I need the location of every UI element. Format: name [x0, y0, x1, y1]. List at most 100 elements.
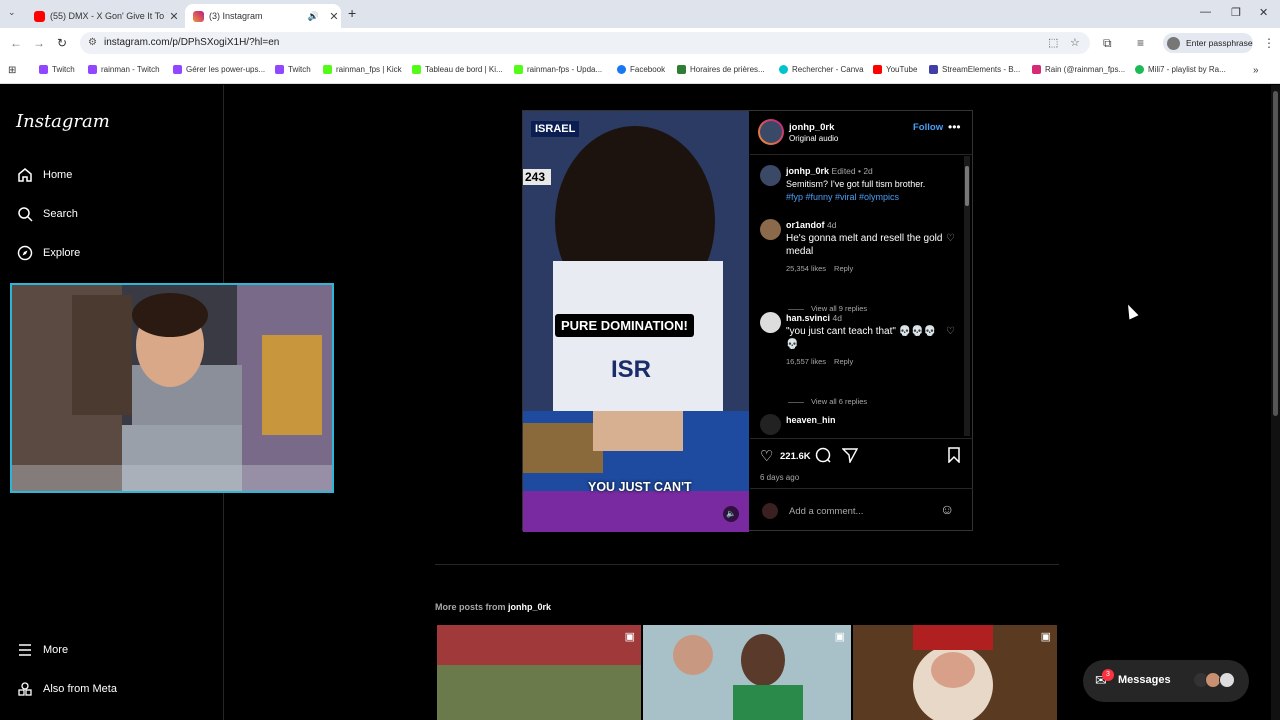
like-count[interactable]: 221.6K: [780, 451, 811, 462]
hashtags[interactable]: #fyp #funny #viral #olympics: [786, 192, 899, 202]
bookmark-item[interactable]: Facebook: [617, 65, 665, 74]
webcam-overlay: [10, 283, 334, 493]
bookmark-item[interactable]: rainman_fps | Kick: [323, 65, 402, 74]
bookmark-item[interactable]: StreamElements - B...: [929, 65, 1020, 74]
more-options-icon[interactable]: •••: [948, 120, 961, 134]
passphrase-button[interactable]: Enter passphrase: [1163, 33, 1253, 53]
avatar[interactable]: [760, 165, 781, 186]
bookmark-item[interactable]: YouTube: [873, 65, 917, 74]
tab-search-icon[interactable]: ⌄: [8, 7, 16, 18]
reload-icon[interactable]: ↻: [57, 36, 67, 50]
bookmark-item[interactable]: Twitch: [275, 65, 311, 74]
bookmark-item[interactable]: Horaires de prières...: [677, 65, 765, 74]
speaker-icon[interactable]: 🔊: [308, 11, 319, 22]
extensions-icon[interactable]: ⧉: [1103, 36, 1112, 51]
tab-instagram[interactable]: (3) Instagram 🔊 ✕: [185, 4, 341, 28]
forward-icon[interactable]: →: [33, 36, 45, 50]
sidebar-item-search[interactable]: Search: [16, 205, 78, 223]
avatar[interactable]: [760, 414, 781, 435]
new-tab-icon[interactable]: +: [348, 5, 356, 21]
post-actions: ♡ 221.6K 6 days ago: [750, 438, 973, 488]
post-thumbnail[interactable]: ▣: [853, 625, 1057, 720]
comment-icon[interactable]: [815, 447, 831, 467]
bookmark-star-icon[interactable]: ☆: [1070, 36, 1080, 49]
window-close-icon[interactable]: ✕: [1259, 6, 1268, 19]
twitch-icon: [275, 65, 284, 74]
avatar: [1219, 672, 1235, 688]
comment-user[interactable]: heaven_hin: [786, 415, 836, 425]
instagram-icon: [193, 10, 204, 22]
post-thumbnail[interactable]: ▣: [437, 625, 641, 720]
messages-button[interactable]: ✉ 3 Messages: [1083, 660, 1249, 702]
site-info-icon[interactable]: ⚙: [88, 37, 97, 48]
view-replies-button[interactable]: View all 6 replies: [788, 397, 867, 406]
heart-icon[interactable]: ♡: [760, 447, 773, 465]
bookmark-item[interactable]: Gérer les power-ups...: [173, 65, 265, 74]
sidebar-item-explore[interactable]: Explore: [16, 244, 80, 262]
post-date: 6 days ago: [760, 473, 800, 482]
post-author[interactable]: jonhp_0rk: [789, 122, 834, 133]
sidebar-item-also-from-meta[interactable]: Also from Meta: [16, 680, 117, 698]
comment-text: He's gonna melt and resell the gold meda…: [786, 233, 943, 257]
avatar[interactable]: [760, 312, 781, 333]
sidebar-item-home[interactable]: Home: [16, 166, 72, 184]
install-icon[interactable]: ⬚: [1048, 36, 1058, 49]
back-icon[interactable]: ←: [10, 36, 22, 50]
page-scrollbar[interactable]: [1271, 85, 1280, 720]
comment-user[interactable]: or1andof: [786, 220, 825, 230]
tab-youtube[interactable]: (55) DMX - X Gon' Give It To Ya ✕: [26, 4, 181, 28]
reel-video[interactable]: ISRAEL 243 ISR PURE DOMINATION! YOU JUST…: [523, 111, 749, 532]
audio-label[interactable]: Original audio: [789, 134, 838, 143]
youtube-icon: [34, 10, 45, 22]
media-control-icon[interactable]: ≡: [1137, 36, 1144, 50]
comment-likes[interactable]: 25,354 likes: [786, 264, 826, 273]
kick-icon: [412, 65, 421, 74]
scroll-thumb[interactable]: [965, 166, 969, 206]
mute-icon[interactable]: 🔈: [723, 506, 739, 522]
follow-button[interactable]: Follow: [913, 122, 943, 133]
bookmark-item[interactable]: Rechercher - Canva: [779, 65, 864, 74]
close-icon[interactable]: ✕: [167, 10, 181, 23]
comments-scrollbar[interactable]: [964, 156, 970, 436]
omnibox[interactable]: ⚙ instagram.com/p/DPhSXogiX1H/?hl=en ⬚ ☆: [80, 32, 1090, 54]
bookmark-item[interactable]: Rain (@rainman_fps...: [1032, 65, 1125, 74]
url-text[interactable]: instagram.com/p/DPhSXogiX1H/?hl=en: [104, 37, 279, 48]
mouse-cursor: [1123, 302, 1139, 320]
add-comment-bar: Add a comment... ☺: [750, 488, 973, 532]
minimize-icon[interactable]: —: [1200, 6, 1211, 18]
video-score: 243: [523, 169, 552, 185]
emoji-icon[interactable]: ☺: [940, 501, 954, 517]
bookmark-item[interactable]: Tableau de bord | Ki...: [412, 65, 503, 74]
add-comment-input[interactable]: Add a comment...: [789, 506, 863, 517]
bookmark-item[interactable]: rainman-fps - Upda...: [514, 65, 602, 74]
restore-icon[interactable]: ❐: [1231, 6, 1241, 19]
bookmark-item[interactable]: Twitch: [39, 65, 75, 74]
reply-button[interactable]: Reply: [834, 357, 853, 366]
bookmark-item[interactable]: rainman - Twitch: [88, 65, 160, 74]
apps-icon[interactable]: ⊞: [8, 65, 16, 76]
post-thumbnail[interactable]: ▣: [643, 625, 851, 720]
comment-likes[interactable]: 16,557 likes: [786, 357, 826, 366]
tab-title: (55) DMX - X Gon' Give It To Ya: [50, 11, 167, 21]
browser-menu-icon[interactable]: ⋮: [1263, 36, 1275, 50]
instagram-logo[interactable]: Instagram: [16, 111, 110, 132]
tab-title: (3) Instagram: [209, 11, 263, 21]
comment-user[interactable]: han.svinci: [786, 313, 830, 323]
comments-list: jonhp_0rk Edited • 2d Semitism? I've got…: [750, 156, 973, 436]
comment-user[interactable]: jonhp_0rk: [786, 166, 829, 176]
share-icon[interactable]: [841, 447, 859, 467]
more-posts-user[interactable]: jonhp_0rk: [508, 602, 551, 612]
reply-button[interactable]: Reply: [834, 264, 853, 273]
sidebar-item-more[interactable]: More: [16, 641, 68, 659]
video-caption-bottom: YOU JUST CAN'T: [588, 480, 692, 494]
close-icon[interactable]: ✕: [327, 10, 341, 23]
heart-icon[interactable]: ♡: [946, 233, 955, 244]
more-bookmarks-icon[interactable]: »: [1253, 65, 1259, 76]
comment-meta: Edited • 2d: [831, 166, 873, 176]
heart-icon[interactable]: ♡: [946, 326, 955, 337]
avatar[interactable]: [758, 119, 784, 145]
save-icon[interactable]: [947, 447, 961, 467]
avatar[interactable]: [760, 219, 781, 240]
scroll-thumb[interactable]: [1273, 91, 1278, 416]
bookmark-item[interactable]: Mili7 - playlist by Ra...: [1135, 65, 1226, 74]
